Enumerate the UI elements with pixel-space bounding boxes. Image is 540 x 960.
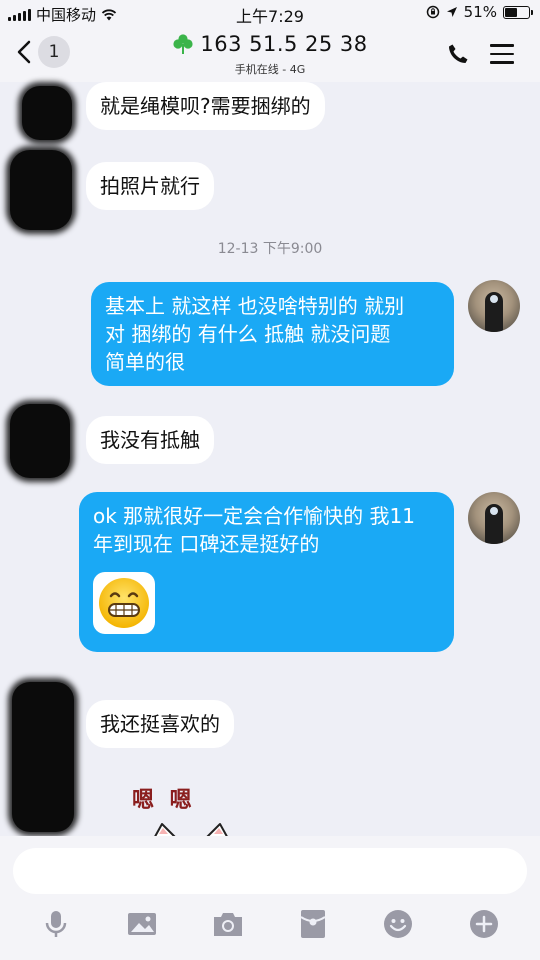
status-right: 51%: [426, 3, 533, 21]
camera-icon[interactable]: [212, 908, 244, 940]
image-icon[interactable]: [126, 908, 158, 940]
red-packet-icon[interactable]: [297, 908, 329, 940]
chat-toolbar: [0, 908, 540, 944]
grinning-face-icon: [99, 578, 149, 628]
sticker-message[interactable]: 嗯 嗯: [132, 782, 252, 842]
contact-avatar-redacted: [10, 404, 70, 478]
input-area: [0, 836, 540, 960]
message-input[interactable]: [13, 848, 527, 894]
contact-avatar-redacted: [22, 86, 72, 140]
status-bar: 中国移动 上午7:29 51%: [0, 0, 540, 26]
chat-title: 163 51.5 25 38: [200, 32, 368, 56]
message-line: ok 那就很好一定会合作愉快的 我11: [93, 504, 415, 528]
message-line: 年到现在 口碑还是挺好的: [93, 532, 320, 556]
plus-icon[interactable]: [468, 908, 500, 940]
message-line: 基本上 就这样 也没啥特别的 就别: [105, 294, 405, 318]
contact-avatar-redacted: [12, 682, 74, 832]
phone-icon[interactable]: [446, 42, 470, 66]
my-avatar[interactable]: [468, 492, 520, 544]
message-timestamp: 12-13 下午9:00: [217, 241, 323, 257]
microphone-icon[interactable]: [40, 908, 72, 940]
message-line: 对 捆绑的 有什么 抵触 就没问题: [105, 322, 391, 346]
incoming-message-bubble[interactable]: 拍照片就行: [86, 162, 214, 210]
sticker-text: 嗯 嗯: [132, 788, 196, 813]
clover-icon: [173, 34, 193, 54]
battery-icon: [503, 5, 533, 19]
battery-percent: 51%: [463, 3, 497, 21]
battery-fill: [505, 7, 517, 17]
emoji-icon[interactable]: [382, 908, 414, 940]
outgoing-message-bubble[interactable]: ok 那就很好一定会合作愉快的 我11 年到现在 口碑还是挺好的: [79, 492, 454, 652]
rotation-lock-icon: [426, 5, 439, 19]
grinning-face-emoji: [93, 572, 155, 634]
incoming-message-bubble[interactable]: 我没有抵触: [86, 416, 214, 464]
outgoing-message-bubble[interactable]: 基本上 就这样 也没啥特别的 就别 对 捆绑的 有什么 抵触 就没问题 简单的很: [91, 282, 454, 386]
message-line: 简单的很: [105, 350, 185, 374]
menu-icon[interactable]: [490, 44, 514, 64]
my-avatar[interactable]: [468, 280, 520, 332]
incoming-message-bubble[interactable]: 就是绳模呗?需要捆绑的: [86, 82, 325, 130]
chat-header: 1 163 51.5 25 38 手机在线 - 4G: [0, 26, 540, 82]
incoming-message-bubble[interactable]: 我还挺喜欢的: [86, 700, 234, 748]
location-icon: [446, 7, 457, 17]
contact-avatar-redacted: [10, 150, 72, 230]
